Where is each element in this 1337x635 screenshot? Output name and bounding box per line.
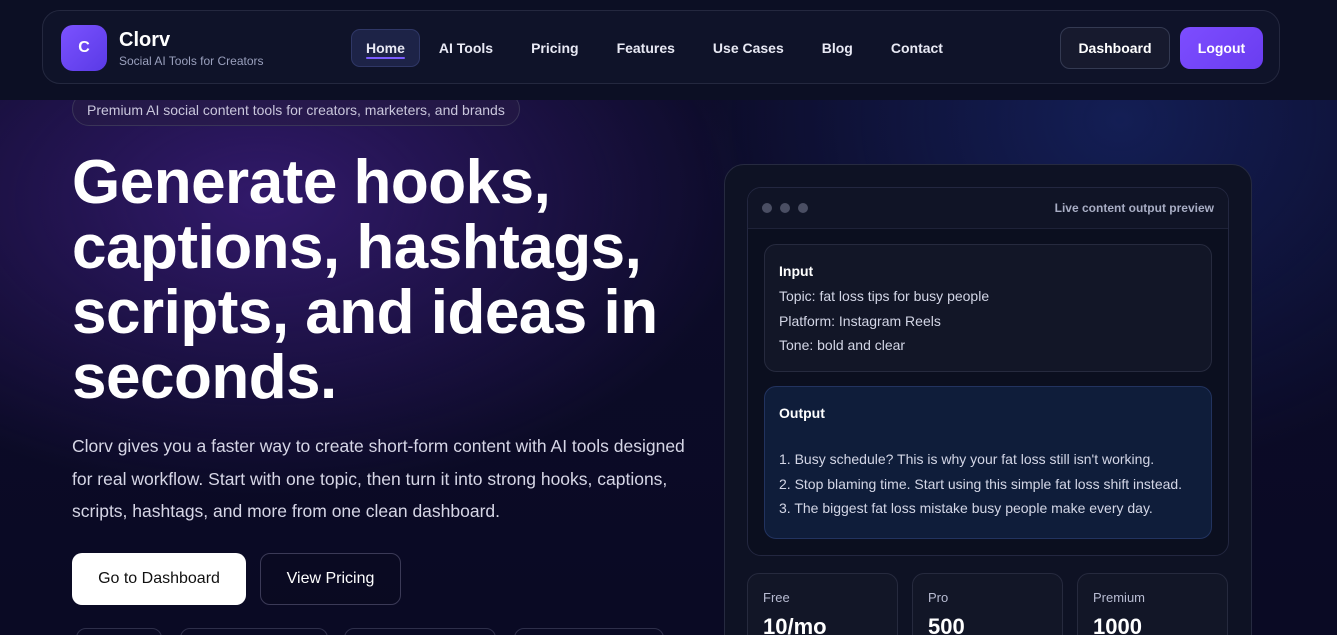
window-title: Live content output preview: [1054, 201, 1214, 215]
input-topic-line: Topic: fat loss tips for busy people: [779, 288, 990, 304]
output-item: 3. The biggest fat loss mistake busy peo…: [779, 500, 1153, 516]
window-dot-icon: [762, 203, 772, 213]
feature-chip: [514, 628, 664, 635]
output-card: Output 1. Busy schedule? This is why you…: [764, 386, 1212, 539]
top-bar: C Clorv Social AI Tools for Creators Hom…: [0, 0, 1337, 100]
nav-item-home[interactable]: Home: [351, 29, 420, 67]
input-heading: Input: [779, 263, 814, 279]
output-item: 2. Stop blaming time. Start using this s…: [779, 475, 1183, 492]
nav-links: Home AI Tools Pricing Features Use Cases…: [351, 29, 962, 67]
brand-tagline: Social AI Tools for Creators: [119, 54, 264, 68]
logout-button[interactable]: Logout: [1180, 27, 1263, 69]
nav-item-ai-tools[interactable]: AI Tools: [420, 29, 512, 67]
brand-name[interactable]: Clorv: [119, 29, 170, 52]
feature-chip: [344, 628, 496, 635]
output-heading: Output: [779, 405, 825, 421]
nav-item-blog[interactable]: Blog: [803, 29, 872, 67]
preview-panel: Live content output preview Input Topic:…: [724, 164, 1252, 635]
nav-item-use-cases[interactable]: Use Cases: [694, 29, 803, 67]
go-to-dashboard-button[interactable]: Go to Dashboard: [72, 553, 246, 605]
plan-card-premium: Premium 1000: [1077, 573, 1228, 635]
output-item: 1. Busy schedule? This is why your fat l…: [779, 451, 1155, 467]
view-pricing-button[interactable]: View Pricing: [260, 553, 401, 605]
hero-description: Clorv gives you a faster way to create s…: [72, 436, 685, 521]
hero-title: Generate hooks, captions, hashtags, scri…: [72, 148, 658, 412]
input-tone-line: Tone: bold and clear: [779, 337, 906, 353]
output-list: 1. Busy schedule? This is why your fat l…: [779, 447, 1197, 521]
dashboard-button[interactable]: Dashboard: [1060, 27, 1170, 69]
nav-item-pricing[interactable]: Pricing: [512, 29, 597, 67]
logo-icon[interactable]: C: [61, 25, 107, 71]
plan-name: Premium: [1093, 590, 1146, 605]
window-title-bar: Live content output preview: [748, 188, 1228, 229]
window-dot-icon: [798, 203, 808, 213]
preview-window: Live content output preview Input Topic:…: [747, 187, 1229, 556]
input-platform-line: Platform: Instagram Reels: [779, 312, 941, 329]
nav-item-features[interactable]: Features: [598, 29, 694, 67]
plan-value: 500: [928, 614, 965, 635]
feature-chip: [180, 628, 328, 635]
nav-item-contact[interactable]: Contact: [872, 29, 962, 67]
plan-value: 10/mo: [763, 614, 827, 635]
input-card: Input Topic: fat loss tips for busy peop…: [764, 244, 1212, 372]
plan-card-free: Free 10/mo: [747, 573, 898, 635]
feature-chip: [76, 628, 162, 635]
window-dot-icon: [780, 203, 790, 213]
plan-card-pro: Pro 500: [912, 573, 1063, 635]
plan-name: Pro: [928, 590, 949, 605]
plan-name: Free: [763, 590, 790, 605]
plan-value: 1000: [1093, 614, 1142, 635]
main-navbar: C Clorv Social AI Tools for Creators Hom…: [42, 10, 1280, 84]
